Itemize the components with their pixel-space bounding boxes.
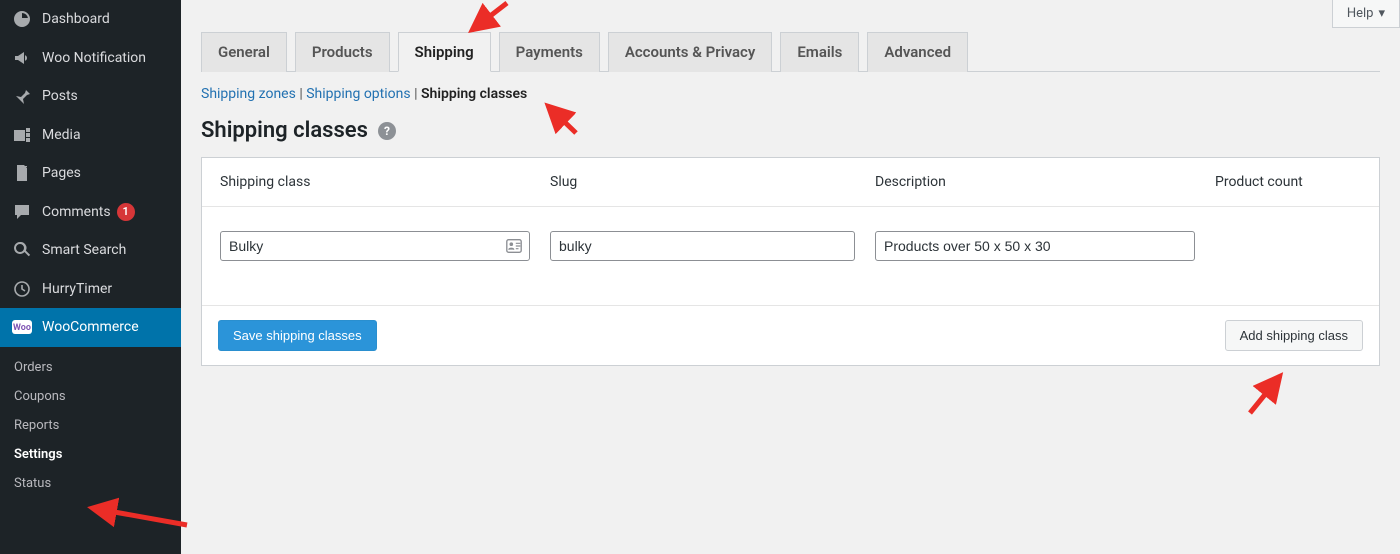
sidebar-item-label: HurryTimer (42, 281, 112, 297)
submenu-item-status[interactable]: Status (0, 469, 181, 498)
tab-accounts-privacy[interactable]: Accounts & Privacy (608, 32, 773, 72)
sidebar-item-label: Media (42, 127, 81, 143)
admin-sidebar: Dashboard Woo Notification Posts Media P… (0, 0, 181, 554)
sidebar-item-comments[interactable]: Comments 1 (0, 193, 181, 232)
col-header-slug: Slug (540, 174, 865, 190)
shipping-class-name-input[interactable] (220, 231, 530, 261)
submenu-item-coupons[interactable]: Coupons (0, 382, 181, 411)
comments-count-badge: 1 (117, 203, 135, 221)
media-icon (12, 125, 32, 145)
table-header-row: Shipping class Slug Description Product … (202, 158, 1379, 207)
sidebar-item-label: WooCommerce (42, 319, 139, 335)
help-tip-icon[interactable]: ? (378, 122, 396, 140)
submenu-item-reports[interactable]: Reports (0, 411, 181, 440)
sidebar-item-label: Comments (42, 204, 111, 220)
help-label: Help (1347, 6, 1374, 21)
tab-advanced[interactable]: Advanced (867, 32, 968, 72)
chevron-down-icon: ▾ (1378, 6, 1385, 21)
sidebar-item-media[interactable]: Media (0, 116, 181, 155)
add-shipping-class-button[interactable]: Add shipping class (1225, 320, 1363, 351)
tab-general[interactable]: General (201, 32, 287, 72)
sidebar-item-hurrytimer[interactable]: HurryTimer (0, 270, 181, 309)
autofill-icon (504, 236, 524, 256)
sidebar-item-posts[interactable]: Posts (0, 77, 181, 116)
shipping-class-description-input[interactable] (875, 231, 1195, 261)
page-heading: Shipping classes ? (201, 110, 1380, 157)
sidebar-item-label: Pages (42, 165, 81, 181)
pin-icon (12, 86, 32, 106)
col-header-class: Shipping class (210, 174, 540, 190)
page-title: Shipping classes (201, 118, 368, 143)
subnav-shipping-options[interactable]: Shipping options (306, 86, 410, 102)
main-content: Help ▾ General Products Shipping Payment… (181, 0, 1400, 554)
subnav-shipping-zones[interactable]: Shipping zones (201, 86, 296, 102)
woo-icon: Woo (12, 317, 32, 337)
clock-icon (12, 279, 32, 299)
settings-tabs: General Products Shipping Payments Accou… (201, 32, 1380, 72)
shipping-class-product-count (1205, 231, 1371, 261)
search-icon (12, 240, 32, 260)
shipping-class-slug-input[interactable] (550, 231, 855, 261)
megaphone-icon (12, 48, 32, 68)
col-header-product-count: Product count (1205, 174, 1371, 190)
sidebar-item-label: Woo Notification (42, 50, 146, 66)
pages-icon (12, 163, 32, 183)
tab-payments[interactable]: Payments (499, 32, 600, 72)
sidebar-item-label: Posts (42, 88, 78, 104)
sidebar-item-label: Smart Search (42, 242, 126, 258)
sidebar-item-woo-notification[interactable]: Woo Notification (0, 39, 181, 78)
sidebar-item-dashboard[interactable]: Dashboard (0, 0, 181, 39)
sidebar-item-woocommerce[interactable]: Woo WooCommerce (0, 308, 181, 347)
sidebar-item-smart-search[interactable]: Smart Search (0, 231, 181, 270)
help-toggle[interactable]: Help ▾ (1332, 0, 1400, 28)
tab-emails[interactable]: Emails (780, 32, 859, 72)
submenu-item-settings[interactable]: Settings (0, 440, 181, 469)
sidebar-item-label: Dashboard (42, 11, 110, 27)
dashboard-icon (12, 9, 32, 29)
save-shipping-classes-button[interactable]: Save shipping classes (218, 320, 377, 351)
col-header-description: Description (865, 174, 1205, 190)
svg-text:Woo: Woo (13, 323, 31, 333)
shipping-subnav: Shipping zones | Shipping options | Ship… (201, 72, 1380, 110)
table-footer: Save shipping classes Add shipping class (202, 305, 1379, 365)
submenu-item-orders[interactable]: Orders (0, 353, 181, 382)
subnav-shipping-classes: Shipping classes (421, 86, 527, 102)
tab-products[interactable]: Products (295, 32, 390, 72)
woocommerce-submenu: Orders Coupons Reports Settings Status (0, 347, 181, 506)
separator: | (414, 86, 421, 102)
table-row (202, 207, 1379, 305)
sidebar-item-pages[interactable]: Pages (0, 154, 181, 193)
tab-shipping[interactable]: Shipping (398, 32, 491, 72)
shipping-classes-table: Shipping class Slug Description Product … (201, 157, 1380, 366)
comment-icon (12, 202, 32, 222)
